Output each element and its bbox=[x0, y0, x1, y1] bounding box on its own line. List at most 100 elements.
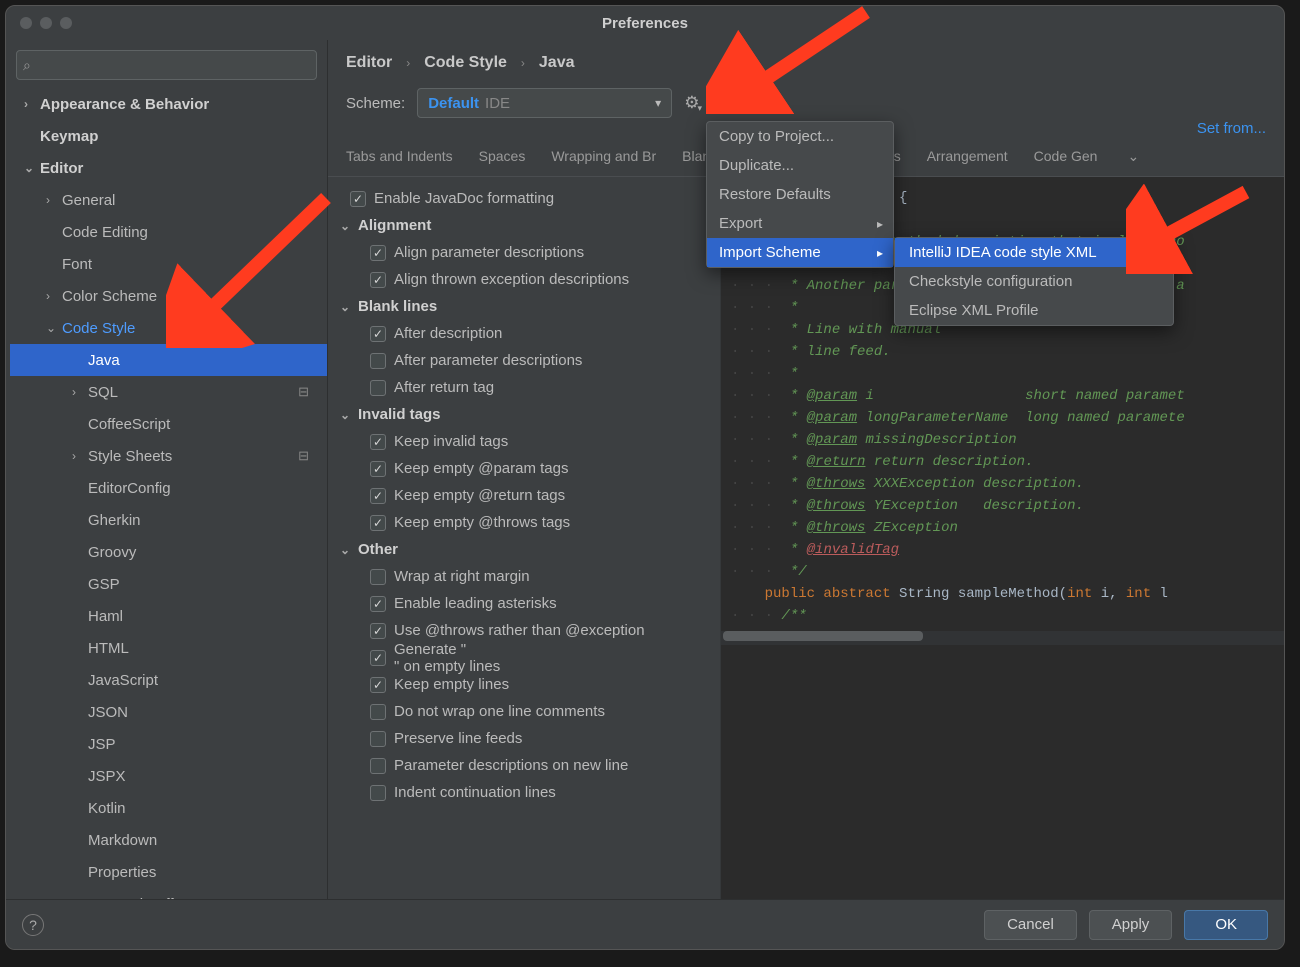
option-after-parameter-descriptions[interactable]: After parameter descriptions bbox=[340, 347, 708, 374]
sidebar-item-keymap[interactable]: Keymap bbox=[10, 120, 327, 152]
tab-tabs-and-indents[interactable]: Tabs and Indents bbox=[346, 148, 453, 176]
cancel-button[interactable]: Cancel bbox=[984, 910, 1077, 940]
breadcrumb: Editor › Code Style › Java bbox=[328, 40, 1284, 78]
sidebar-item-code-editing[interactable]: Code Editing bbox=[10, 216, 327, 248]
checkbox-icon[interactable] bbox=[350, 191, 366, 207]
sidebar-item-haml[interactable]: Haml bbox=[10, 600, 327, 632]
sidebar-item-appearance-behavior[interactable]: ›Appearance & Behavior bbox=[10, 88, 327, 120]
sidebar-item-color-scheme[interactable]: ›Color Scheme bbox=[10, 280, 327, 312]
option-keep-invalid-tags[interactable]: Keep invalid tags bbox=[340, 428, 708, 455]
checkbox-icon[interactable] bbox=[370, 245, 386, 261]
sidebar-item-gsp[interactable]: GSP bbox=[10, 568, 327, 600]
sidebar-item-javascript[interactable]: JavaScript bbox=[10, 664, 327, 696]
horizontal-scrollbar[interactable] bbox=[721, 631, 1284, 645]
menu-item-import-scheme[interactable]: Import Scheme▸ bbox=[707, 238, 893, 267]
checkbox-icon[interactable] bbox=[370, 380, 386, 396]
option-parameter-descriptions-on-new-line[interactable]: Parameter descriptions on new line bbox=[340, 752, 708, 779]
checkbox-icon[interactable] bbox=[370, 434, 386, 450]
import-scheme-submenu[interactable]: IntelliJ IDEA code style XMLCheckstyle c… bbox=[894, 237, 1174, 326]
sidebar-item-properties[interactable]: Properties bbox=[10, 856, 327, 888]
tab-code-generation[interactable]: Code Gen bbox=[1034, 148, 1098, 176]
checkbox-icon[interactable] bbox=[370, 704, 386, 720]
scheme-menu[interactable]: Copy to Project...Duplicate...Restore De… bbox=[706, 121, 894, 268]
sidebar-item-kotlin[interactable]: Kotlin bbox=[10, 792, 327, 824]
settings-tree[interactable]: ›Appearance & BehaviorKeymap⌄Editor›Gene… bbox=[6, 86, 327, 899]
option-keep-empty-throws-tags[interactable]: Keep empty @throws tags bbox=[340, 509, 708, 536]
sidebar-item-style-sheets[interactable]: ›Style Sheets⊟ bbox=[10, 440, 327, 472]
group-alignment[interactable]: ⌄Alignment bbox=[340, 212, 708, 239]
option-keep-empty-lines[interactable]: Keep empty lines bbox=[340, 671, 708, 698]
option-align-thrown-exception-descriptions[interactable]: Align thrown exception descriptions bbox=[340, 266, 708, 293]
checkbox-icon[interactable] bbox=[370, 569, 386, 585]
checkbox-icon[interactable] bbox=[370, 488, 386, 504]
search-input[interactable]: ⌕ bbox=[16, 50, 317, 80]
option-enable-leading-asterisks[interactable]: Enable leading asterisks bbox=[340, 590, 708, 617]
menu-item-checkstyle-configuration[interactable]: Checkstyle configuration bbox=[895, 267, 1173, 296]
checkbox-icon[interactable] bbox=[370, 515, 386, 531]
ok-button[interactable]: OK bbox=[1184, 910, 1268, 940]
menu-item-export[interactable]: Export▸ bbox=[707, 209, 893, 238]
checkbox-icon[interactable] bbox=[370, 758, 386, 774]
option-keep-empty-return-tags[interactable]: Keep empty @return tags bbox=[340, 482, 708, 509]
sidebar-item-gherkin[interactable]: Gherkin bbox=[10, 504, 327, 536]
menu-item-copy-to-project-[interactable]: Copy to Project... bbox=[707, 122, 893, 151]
scheme-label: Scheme: bbox=[346, 95, 405, 112]
option-enable-javadoc[interactable]: Enable JavaDoc formatting bbox=[340, 185, 708, 212]
apply-button[interactable]: Apply bbox=[1089, 910, 1173, 940]
sidebar-item-markdown[interactable]: Markdown bbox=[10, 824, 327, 856]
checkbox-icon[interactable] bbox=[370, 272, 386, 288]
menu-item-intellij-idea-code-style-xml[interactable]: IntelliJ IDEA code style XML bbox=[895, 238, 1173, 267]
sidebar-item-html[interactable]: HTML bbox=[10, 632, 327, 664]
option-do-not-wrap-one-line-comments[interactable]: Do not wrap one line comments bbox=[340, 698, 708, 725]
sidebar-item-jspx[interactable]: JSPX bbox=[10, 760, 327, 792]
checkbox-icon[interactable] bbox=[370, 623, 386, 639]
sidebar-item-editor[interactable]: ⌄Editor bbox=[10, 152, 327, 184]
scheme-value: Default bbox=[428, 95, 479, 112]
tab-wrapping-and-braces[interactable]: Wrapping and Br bbox=[551, 148, 656, 176]
option-preserve-line-feeds[interactable]: Preserve line feeds bbox=[340, 725, 708, 752]
sidebar-item-font[interactable]: Font bbox=[10, 248, 327, 280]
option-after-return-tag[interactable]: After return tag bbox=[340, 374, 708, 401]
checkbox-icon[interactable] bbox=[370, 731, 386, 747]
tab-spaces[interactable]: Spaces bbox=[479, 148, 526, 176]
group-blank-lines[interactable]: ⌄Blank lines bbox=[340, 293, 708, 320]
sidebar-item-protocol-buffer[interactable]: Protocol Buffer bbox=[10, 888, 327, 899]
help-button[interactable]: ? bbox=[22, 914, 44, 936]
crumb-0: Editor bbox=[346, 54, 392, 72]
checkbox-icon[interactable] bbox=[370, 461, 386, 477]
tab-arrangement[interactable]: Arrangement bbox=[927, 148, 1008, 176]
option-align-parameter-descriptions[interactable]: Align parameter descriptions bbox=[340, 239, 708, 266]
checkbox-icon[interactable] bbox=[370, 353, 386, 369]
sidebar-item-general[interactable]: ›General bbox=[10, 184, 327, 216]
checkbox-icon[interactable] bbox=[370, 785, 386, 801]
option-wrap-at-right-margin[interactable]: Wrap at right margin bbox=[340, 563, 708, 590]
sidebar-item-json[interactable]: JSON bbox=[10, 696, 327, 728]
sidebar-item-editorconfig[interactable]: EditorConfig bbox=[10, 472, 327, 504]
chevron-right-icon: › bbox=[406, 56, 410, 70]
sidebar-item-groovy[interactable]: Groovy bbox=[10, 536, 327, 568]
sidebar-item-java[interactable]: Java bbox=[10, 344, 327, 376]
set-from-link[interactable]: Set from... bbox=[1197, 120, 1266, 137]
option-generate-p-on-empty-lines[interactable]: Generate "" on empty lines bbox=[340, 644, 708, 671]
scheme-scope: IDE bbox=[485, 95, 510, 112]
group-invalid-tags[interactable]: ⌄Invalid tags bbox=[340, 401, 708, 428]
sidebar-item-jsp[interactable]: JSP bbox=[10, 728, 327, 760]
checkbox-icon[interactable] bbox=[370, 677, 386, 693]
crumb-2: Java bbox=[539, 54, 575, 72]
checkbox-icon[interactable] bbox=[370, 326, 386, 342]
tabs-overflow[interactable]: ⌄ bbox=[1123, 148, 1139, 176]
sidebar-item-code-style[interactable]: ⌄Code Style bbox=[10, 312, 327, 344]
menu-item-duplicate-[interactable]: Duplicate... bbox=[707, 151, 893, 180]
checkbox-icon[interactable] bbox=[370, 596, 386, 612]
gear-icon[interactable]: ⚙▾ bbox=[684, 93, 704, 113]
scheme-select[interactable]: Default IDE ▾ bbox=[417, 88, 672, 118]
menu-item-restore-defaults[interactable]: Restore Defaults bbox=[707, 180, 893, 209]
option-after-description[interactable]: After description bbox=[340, 320, 708, 347]
sidebar-item-sql[interactable]: ›SQL⊟ bbox=[10, 376, 327, 408]
group-other[interactable]: ⌄Other bbox=[340, 536, 708, 563]
option-indent-continuation-lines[interactable]: Indent continuation lines bbox=[340, 779, 708, 806]
menu-item-eclipse-xml-profile[interactable]: Eclipse XML Profile bbox=[895, 296, 1173, 325]
checkbox-icon[interactable] bbox=[370, 650, 386, 666]
option-keep-empty-param-tags[interactable]: Keep empty @param tags bbox=[340, 455, 708, 482]
sidebar-item-coffeescript[interactable]: CoffeeScript bbox=[10, 408, 327, 440]
